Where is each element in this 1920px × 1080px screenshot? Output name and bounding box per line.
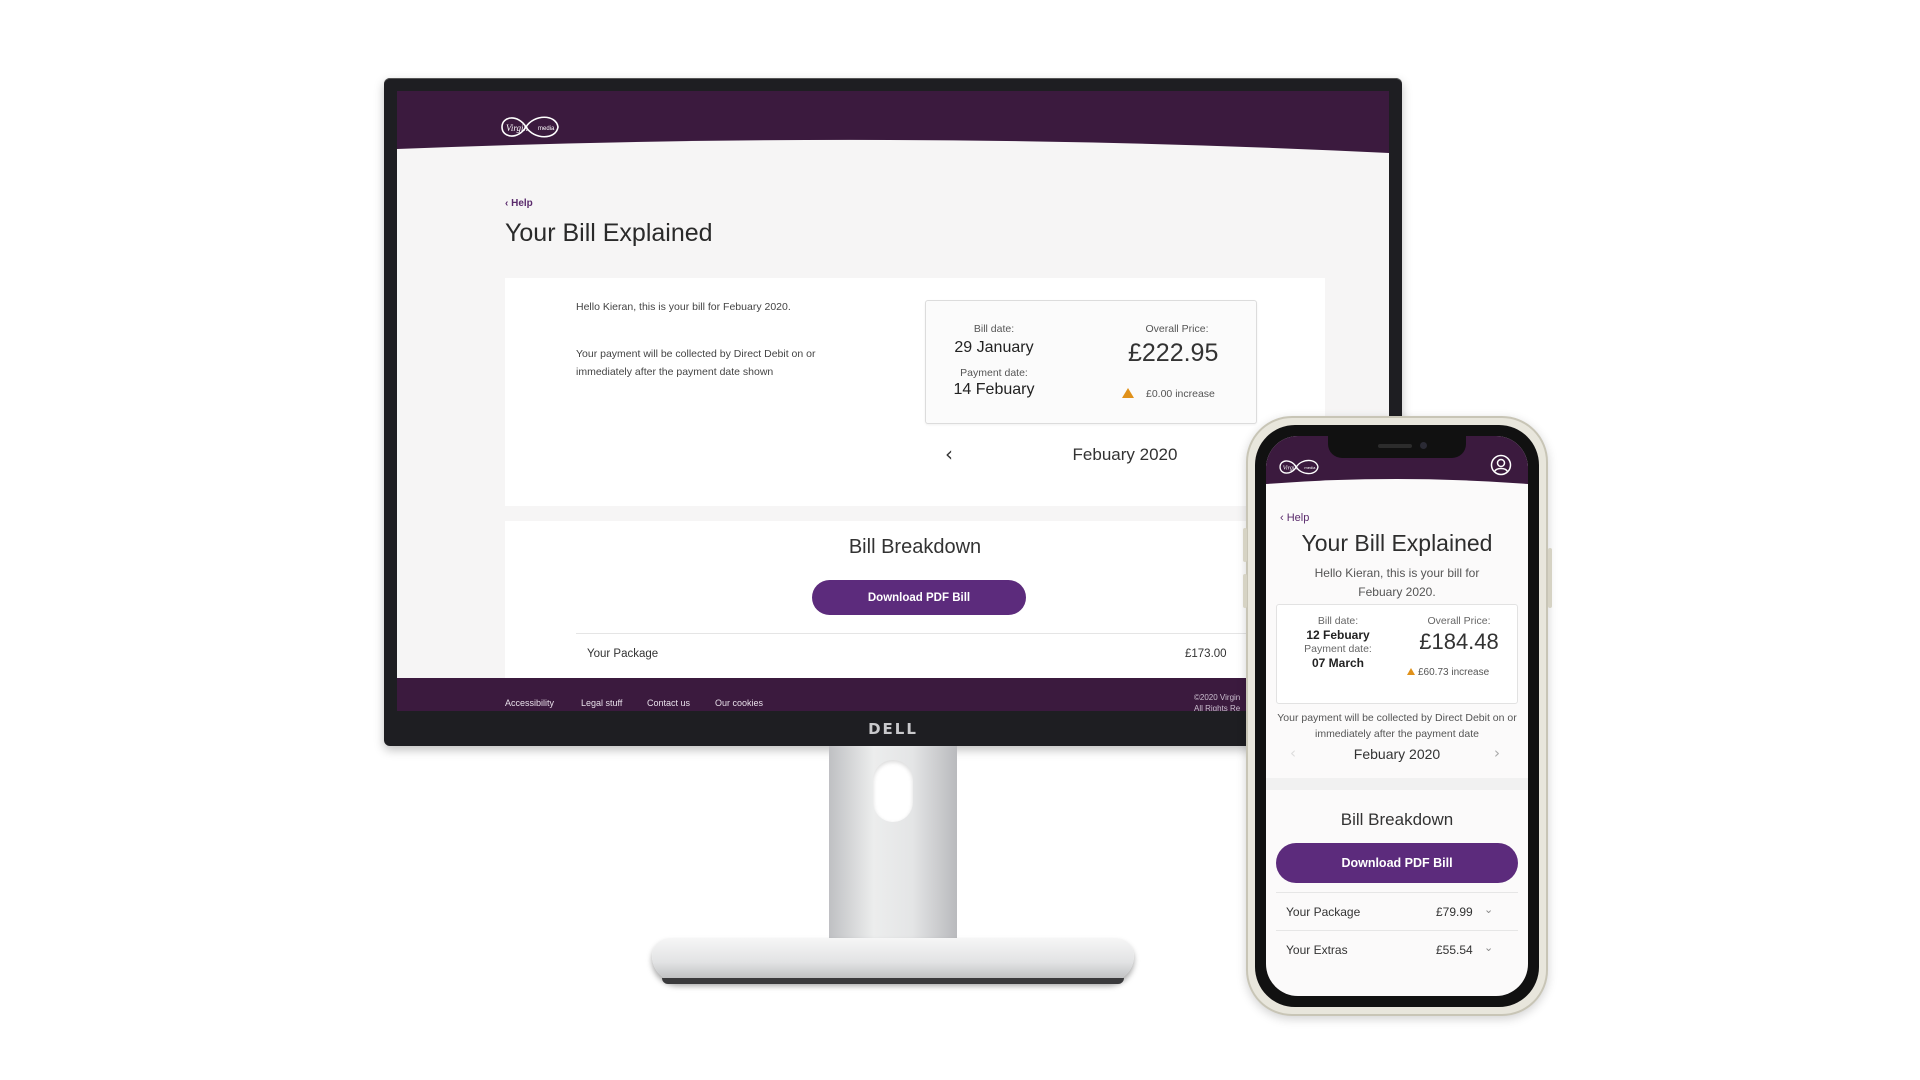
- monitor-stand-neck: [829, 746, 957, 942]
- virgin-media-logo[interactable]: Virgin media: [1276, 454, 1322, 485]
- divider: [576, 633, 1256, 634]
- virgin-media-logo[interactable]: Virgin media: [496, 108, 564, 151]
- greeting-text: Hello Kieran, this is your bill for Febu…: [1314, 566, 1480, 599]
- package-row-amount: £79.99: [1436, 905, 1473, 919]
- bill-summary-card: Hello Kieran, this is your bill for Febu…: [505, 278, 1325, 506]
- payment-date-label: Payment date:: [960, 367, 1028, 379]
- bill-summary-box: Bill date: 12 Febuary Payment date: 07 M…: [1276, 604, 1518, 704]
- desktop-screen: Virgin media ‹ Help Your Bill Explained …: [397, 91, 1389, 711]
- help-back-link[interactable]: ‹ Help: [505, 198, 533, 209]
- base-edge: [662, 978, 1124, 984]
- help-back-link[interactable]: ‹ Help: [1280, 512, 1309, 524]
- extras-row-amount: £55.54: [1436, 943, 1473, 957]
- svg-text:Virgin: Virgin: [1283, 466, 1298, 472]
- price-increase-text: £0.00 increase: [1146, 388, 1215, 400]
- volume-up-button: [1243, 528, 1247, 562]
- month-selector-label: Febuary 2020: [1353, 746, 1441, 762]
- volume-down-button: [1243, 574, 1247, 608]
- breakdown-title: Bill Breakdown: [848, 536, 982, 558]
- dell-logo: DELL: [868, 719, 918, 738]
- overall-price-label: Overall Price:: [1145, 323, 1209, 335]
- mobile-screen: Virgin media ‹ Help Your Bill Explained …: [1266, 436, 1528, 996]
- overall-price-label: Overall Price:: [1427, 615, 1491, 627]
- footer-link-legal[interactable]: Legal stuff: [581, 698, 622, 708]
- bill-date-label: Bill date:: [973, 323, 1015, 335]
- page-title: Your Bill Explained: [1301, 530, 1493, 556]
- copyright-text: ©2020 Virgin All Rights Re: [1194, 692, 1240, 711]
- chevron-left-icon[interactable]: ‹: [945, 442, 953, 466]
- price-increase-text: £60.73 increase: [1418, 667, 1490, 678]
- payment-date-label: Payment date:: [1304, 643, 1372, 655]
- desktop-footer: Accessibility Legal stuff Contact us Our…: [397, 678, 1389, 711]
- account-icon[interactable]: [1490, 454, 1512, 481]
- overall-price-value: £222.95: [1128, 339, 1219, 367]
- help-link-label: Help: [511, 198, 533, 209]
- page-title: Your Bill Explained: [505, 219, 713, 247]
- phone-notch: [1328, 436, 1466, 458]
- bill-summary-box: Bill date: 29 January Payment date: 14 F…: [925, 300, 1257, 424]
- copyright-line-2: All Rights Re: [1194, 704, 1241, 711]
- phone-bezel: Virgin media ‹ Help Your Bill Explained …: [1255, 425, 1539, 1007]
- power-button: [1548, 548, 1552, 608]
- footer-link-cookies[interactable]: Our cookies: [715, 698, 763, 708]
- footer-link-contact[interactable]: Contact us: [647, 698, 690, 708]
- mobile-phone: Virgin media ‹ Help Your Bill Explained …: [1243, 416, 1552, 1016]
- payment-date-value: 07 March: [1311, 656, 1365, 670]
- chevron-right-icon[interactable]: ›: [1494, 744, 1500, 762]
- extras-row-label: Your Extras: [1286, 943, 1348, 957]
- overall-price-value: £184.48: [1419, 629, 1499, 654]
- chevron-down-icon: ⌄: [1484, 903, 1494, 916]
- greeting-text: Hello Kieran, this is your bill for Febu…: [576, 301, 791, 313]
- speaker: [1378, 444, 1412, 448]
- extras-row[interactable]: Your Extras £55.54 ⌄: [1276, 930, 1518, 968]
- breakdown-title: Bill Breakdown: [1340, 810, 1454, 829]
- download-pdf-button[interactable]: Download PDF Bill: [1276, 843, 1518, 883]
- front-camera: [1420, 442, 1427, 449]
- package-row[interactable]: Your Package £79.99 ⌄: [1276, 892, 1518, 930]
- chevron-down-icon: ⌄: [1484, 941, 1494, 954]
- payment-note: Your payment will be collected by Direct…: [1277, 712, 1517, 740]
- svg-text:media: media: [1304, 465, 1316, 470]
- bill-date-value: 29 January: [954, 339, 1034, 356]
- help-link-label: Help: [1286, 512, 1310, 524]
- copyright-line-1: ©2020 Virgin: [1194, 693, 1241, 702]
- package-row-amount: £173.00: [1185, 648, 1227, 660]
- warning-triangle-icon: [1407, 668, 1415, 675]
- bill-date-label: Bill date:: [1317, 615, 1359, 627]
- section-divider: [1266, 778, 1528, 790]
- svg-text:media: media: [538, 126, 555, 132]
- bill-date-value: 12 Febuary: [1306, 628, 1370, 642]
- cable-hole: [873, 760, 913, 822]
- bill-breakdown-card: Bill Breakdown Download PDF Bill Your Pa…: [505, 521, 1325, 681]
- warning-triangle-icon: [1122, 388, 1134, 398]
- package-row-label[interactable]: Your Package: [587, 648, 658, 660]
- download-pdf-button[interactable]: Download PDF Bill: [812, 580, 1026, 615]
- svg-text:Virgin: Virgin: [506, 123, 528, 133]
- stage: Virgin media ‹ Help Your Bill Explained …: [0, 0, 1920, 1080]
- monitor-stand-base: [652, 938, 1134, 984]
- footer-link-accessibility[interactable]: Accessibility: [505, 698, 554, 708]
- chevron-left-icon: ‹: [1280, 512, 1287, 524]
- payment-date-value: 14 Febuary: [953, 381, 1035, 398]
- package-row-label: Your Package: [1286, 905, 1361, 919]
- month-selector-label: Febuary 2020: [1072, 445, 1178, 464]
- payment-note: Your payment will be collected by Direct…: [576, 348, 816, 378]
